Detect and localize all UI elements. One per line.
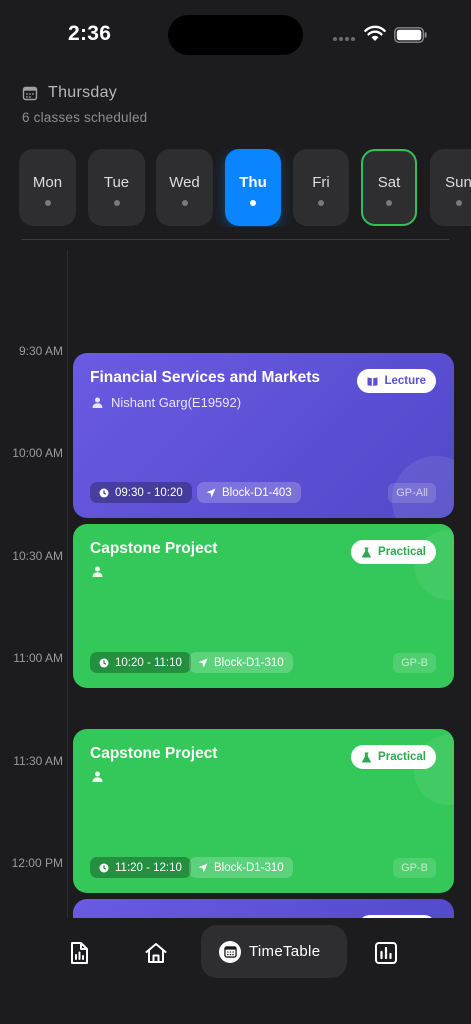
- day-label: Thu: [239, 174, 267, 191]
- day-label: Wed: [169, 174, 200, 191]
- day-dot: [250, 200, 256, 206]
- class-title: Financial Services and Markets: [90, 369, 321, 386]
- classes-count: 6 classes scheduled: [22, 110, 148, 125]
- time-label: 11:30 AM: [13, 754, 63, 768]
- class-time-chip: 09:30 - 10:20: [90, 482, 192, 503]
- day-pill-thu[interactable]: Thu: [225, 149, 281, 226]
- day-selector: Mon Tue Wed Thu Fri Sat Sun: [19, 149, 471, 227]
- day-pill-wed[interactable]: Wed: [156, 149, 213, 226]
- day-pill-fri[interactable]: Fri: [293, 149, 349, 226]
- nav-timetable-tab[interactable]: TimeTable: [201, 925, 347, 978]
- status-bar: 2:36: [0, 0, 471, 70]
- class-time: 10:20 - 11:10: [115, 656, 182, 669]
- class-instructor: [92, 566, 111, 577]
- divider: [21, 239, 449, 240]
- class-room-chip: Block-D1-403: [197, 482, 301, 503]
- day-dot: [455, 200, 462, 206]
- timetable-timeline[interactable]: 9:30 AM 10:00 AM 10:30 AM 11:00 AM 11:30…: [0, 250, 471, 918]
- time-axis: [67, 250, 68, 918]
- day-dot: [44, 200, 51, 206]
- day-dot: [386, 200, 392, 206]
- time-label: 10:30 AM: [12, 549, 63, 563]
- day-pill-sun[interactable]: Sun: [430, 149, 471, 226]
- day-header: Thursday 6 classes scheduled: [22, 84, 147, 125]
- time-label: 10:00 AM: [12, 446, 63, 460]
- day-pill-tue[interactable]: Tue: [88, 149, 145, 226]
- class-instructor: Nishant Garg(E19592): [92, 395, 241, 410]
- class-card-lecture[interactable]: [73, 899, 454, 918]
- calendar-grid-icon: [219, 940, 241, 963]
- person-icon: [92, 771, 103, 782]
- class-title: Capstone Project: [90, 540, 218, 557]
- clock-icon: [99, 863, 109, 872]
- class-time: 09:30 - 10:20: [115, 486, 183, 499]
- badge-label: Lecture: [384, 375, 426, 387]
- class-room: Block-D1-310: [214, 861, 284, 874]
- class-instructor: [92, 771, 111, 782]
- practical-badge: Practical: [351, 540, 436, 564]
- day-label: Fri: [312, 174, 330, 191]
- cellular-signal-icon: [333, 37, 355, 41]
- wifi-icon: [364, 25, 386, 41]
- home-icon[interactable]: [143, 940, 169, 966]
- class-group: GP-B: [393, 858, 436, 878]
- class-group: GP-B: [393, 653, 436, 673]
- time-label: 11:00 AM: [13, 651, 63, 665]
- day-label: Mon: [32, 174, 63, 191]
- bar-chart-icon[interactable]: [373, 940, 399, 966]
- day-dot: [318, 200, 324, 206]
- report-document-icon[interactable]: [66, 940, 92, 966]
- class-time-chip: 10:20 - 11:10: [90, 652, 191, 673]
- calendar-icon: [22, 86, 38, 101]
- class-room: Block-D1-403: [222, 486, 292, 499]
- battery-icon: [394, 27, 427, 43]
- day-label: Sun: [445, 174, 471, 191]
- day-label: Tue: [103, 174, 130, 191]
- location-arrow-icon: [206, 488, 216, 497]
- class-title: Capstone Project: [90, 745, 218, 762]
- class-group: GP-All: [388, 483, 436, 503]
- class-card-practical[interactable]: Capstone Project Practical 10:20 - 11:10…: [73, 524, 454, 688]
- status-time: 2:36: [68, 22, 112, 45]
- location-arrow-icon: [198, 658, 208, 667]
- class-time: 11:20 - 12:10: [115, 861, 182, 874]
- practical-badge: Practical: [351, 745, 436, 769]
- dynamic-island: [168, 15, 303, 55]
- time-label: 9:30 AM: [18, 344, 63, 358]
- nav-active-label: TimeTable: [249, 943, 321, 960]
- class-card-practical[interactable]: Capstone Project Practical 11:20 - 12:10…: [73, 729, 454, 893]
- flask-icon: [361, 547, 372, 557]
- day-pill-sat[interactable]: Sat: [361, 149, 417, 226]
- day-dot: [181, 200, 188, 206]
- person-icon: [92, 397, 103, 408]
- class-room-chip: Block-D1-310: [189, 652, 293, 673]
- book-icon: [367, 377, 378, 386]
- selected-day-title: Thursday: [48, 84, 118, 101]
- class-card-lecture[interactable]: Financial Services and Markets Nishant G…: [73, 353, 454, 518]
- badge-label: Practical: [378, 751, 426, 763]
- person-icon: [92, 566, 103, 577]
- class-room: Block-D1-310: [214, 656, 284, 669]
- bottom-navigation: TimeTable: [0, 918, 471, 1024]
- time-label: 12:00 PM: [11, 856, 63, 870]
- location-arrow-icon: [198, 863, 208, 872]
- day-dot: [113, 200, 120, 206]
- flask-icon: [361, 752, 372, 762]
- clock-icon: [99, 488, 109, 497]
- clock-icon: [99, 658, 109, 667]
- class-room-chip: Block-D1-310: [189, 857, 293, 878]
- badge-label: Practical: [378, 546, 426, 558]
- day-label: Sat: [377, 174, 401, 191]
- instructor-name: Nishant Garg(E19592): [111, 395, 242, 410]
- lecture-badge: Lecture: [357, 369, 436, 393]
- class-time-chip: 11:20 - 12:10: [90, 857, 191, 878]
- day-pill-mon[interactable]: Mon: [19, 149, 76, 226]
